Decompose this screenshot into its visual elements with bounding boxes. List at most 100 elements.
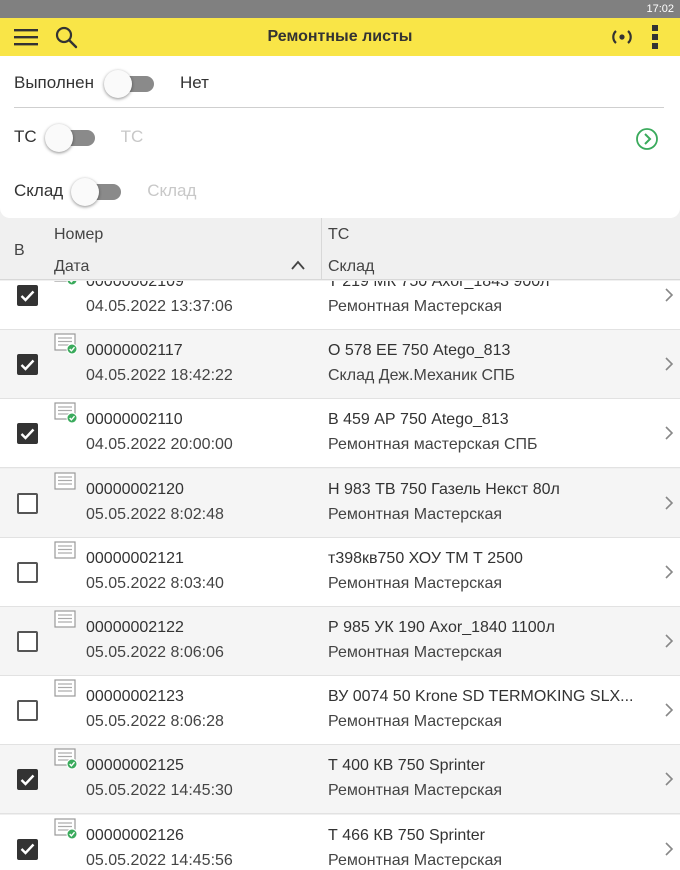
header-date[interactable]: Дата bbox=[54, 258, 89, 276]
row-date: 05.05.2022 14:45:56 bbox=[86, 851, 233, 869]
chevron-right-icon[interactable] bbox=[664, 425, 674, 446]
filter-warehouse-label: Склад bbox=[14, 181, 64, 200]
chevron-right-icon[interactable] bbox=[664, 356, 674, 377]
document-icon bbox=[54, 679, 80, 708]
search-icon[interactable] bbox=[52, 24, 80, 50]
document-icon bbox=[54, 281, 80, 293]
row-vehicle: ВУ 0074 50 Krone SD TERMOKING SLX... bbox=[328, 688, 634, 706]
filter-divider bbox=[14, 107, 664, 108]
row-number: 00000002109 bbox=[86, 281, 184, 290]
chevron-right-icon[interactable] bbox=[664, 702, 674, 723]
table-row[interactable]: 00000002125 05.05.2022 14:45:30 Т 400 КВ 7… bbox=[0, 745, 680, 815]
more-vert-icon[interactable] bbox=[645, 22, 665, 52]
row-date: 04.05.2022 13:37:06 bbox=[86, 298, 233, 315]
row-vehicle: В 459 АР 750 Atego_813 bbox=[328, 411, 509, 429]
chevron-right-icon[interactable] bbox=[664, 841, 674, 862]
row-warehouse: Ремонтная Мастерская bbox=[328, 782, 503, 800]
row-vehicle: т398кв750 ХОУ ТМ Т 2500 bbox=[328, 549, 523, 567]
row-checkbox[interactable] bbox=[17, 492, 38, 514]
row-checkbox[interactable] bbox=[17, 838, 38, 860]
document-icon bbox=[54, 610, 80, 639]
status-bar: 17:02 bbox=[0, 0, 680, 18]
row-number: 00000002110 bbox=[86, 411, 183, 429]
filter-panel: Выполнен Нет ТС ТС Склад Склад bbox=[0, 56, 680, 218]
arrow-right-circle-icon[interactable] bbox=[634, 126, 660, 152]
row-warehouse: Ремонтная Мастерская bbox=[328, 644, 503, 661]
row-vehicle: О 578 ЕЕ 750 Atego_813 bbox=[328, 342, 511, 360]
row-vehicle: Р 985 УК 190 Axor_1840 1100л bbox=[328, 619, 555, 636]
row-date: 05.05.2022 8:02:48 bbox=[86, 505, 224, 523]
header-warehouse[interactable]: Склад bbox=[328, 258, 374, 276]
header-separator bbox=[321, 218, 322, 280]
filter-vehicle-label: ТС bbox=[14, 127, 37, 146]
sort-up-icon[interactable] bbox=[290, 258, 306, 276]
vehicle-toggle[interactable] bbox=[44, 121, 97, 153]
filter-completed: Выполнен Нет bbox=[14, 67, 209, 99]
row-warehouse: Ремонтная Мастерская bbox=[328, 574, 503, 592]
row-date: 05.05.2022 8:03:40 bbox=[86, 574, 224, 592]
header-number[interactable]: Номер bbox=[54, 226, 103, 244]
row-number: 00000002120 bbox=[86, 480, 184, 498]
row-warehouse: Ремонтная Мастерская bbox=[328, 713, 503, 731]
row-date: 04.05.2022 18:42:22 bbox=[86, 367, 233, 385]
chevron-right-icon[interactable] bbox=[664, 564, 674, 585]
row-vehicle: Т 219 МК 750 Axor_1843 900л bbox=[328, 281, 550, 290]
chevron-right-icon[interactable] bbox=[664, 287, 674, 308]
row-number: 00000002122 bbox=[86, 619, 184, 636]
header-col-b[interactable]: В bbox=[14, 242, 25, 260]
table-header: В Номер Дата ТС Склад bbox=[0, 218, 680, 280]
document-icon bbox=[54, 471, 80, 501]
table-row[interactable]: 00000002126 05.05.2022 14:45:56 Т 466 КВ 7… bbox=[0, 814, 680, 870]
table-row[interactable]: 00000002122 05.05.2022 8:06:06 Р 985 УК 19… bbox=[0, 607, 680, 676]
row-date: 05.05.2022 8:06:06 bbox=[86, 644, 224, 661]
completed-toggle[interactable] bbox=[104, 67, 156, 99]
warehouse-toggle[interactable] bbox=[71, 175, 123, 207]
table-row[interactable]: 00000002121 05.05.2022 8:03:40 т398кв750 Х… bbox=[0, 537, 680, 607]
vehicle-placeholder[interactable]: ТС bbox=[121, 127, 144, 147]
row-warehouse: Ремонтная Мастерская bbox=[328, 505, 503, 523]
filter-completed-value: Нет bbox=[180, 73, 209, 92]
row-date: 04.05.2022 20:00:00 bbox=[86, 436, 233, 454]
broadcast-icon[interactable] bbox=[606, 24, 638, 50]
document-icon bbox=[54, 817, 80, 847]
row-checkbox[interactable] bbox=[17, 423, 38, 445]
row-vehicle: Т 400 КВ 750 Sprinter bbox=[328, 757, 485, 775]
row-checkbox[interactable] bbox=[17, 631, 38, 652]
table-row[interactable]: 00000002110 04.05.2022 20:00:00 В 459 АР 7… bbox=[0, 399, 680, 469]
document-icon bbox=[54, 333, 80, 362]
chevron-right-icon[interactable] bbox=[664, 633, 674, 654]
table-row[interactable]: 00000002123 05.05.2022 8:06:28 ВУ 0074 50 … bbox=[0, 676, 680, 746]
row-date: 05.05.2022 14:45:30 bbox=[86, 782, 233, 800]
chevron-right-icon[interactable] bbox=[664, 495, 674, 516]
page-title: Ремонтные листы bbox=[267, 28, 413, 45]
document-icon bbox=[54, 748, 80, 777]
row-vehicle: Н 983 ТВ 750 Газель Некст 80л bbox=[328, 480, 560, 498]
warehouse-placeholder[interactable]: Склад bbox=[147, 181, 196, 201]
row-warehouse: Ремонтная Мастерская bbox=[328, 298, 503, 315]
row-checkbox[interactable] bbox=[17, 285, 38, 306]
filter-warehouse: Склад Склад bbox=[14, 175, 196, 207]
chevron-right-icon[interactable] bbox=[664, 771, 674, 792]
row-number: 00000002123 bbox=[86, 688, 184, 706]
row-warehouse: Склад Деж.Механик СПБ bbox=[328, 367, 515, 385]
document-icon bbox=[54, 402, 80, 431]
row-vehicle: Т 466 КВ 750 Sprinter bbox=[328, 826, 485, 844]
status-time: 17:02 bbox=[646, 3, 674, 15]
header-vehicle[interactable]: ТС bbox=[328, 226, 349, 244]
row-checkbox[interactable] bbox=[17, 354, 38, 376]
filter-completed-label: Выполнен bbox=[14, 73, 94, 92]
repair-list: 00000002109 04.05.2022 13:37:06 Т 219 МК 7… bbox=[0, 281, 680, 870]
row-number: 00000002125 bbox=[86, 757, 184, 775]
table-row[interactable]: 00000002109 04.05.2022 13:37:06 Т 219 МК 7… bbox=[0, 281, 680, 330]
table-row[interactable]: 00000002117 04.05.2022 18:42:22 О 578 ЕЕ 7… bbox=[0, 330, 680, 400]
menu-icon[interactable] bbox=[12, 24, 40, 50]
row-checkbox[interactable] bbox=[17, 561, 38, 583]
table-row[interactable]: 00000002120 05.05.2022 8:02:48 Н 983 ТВ 75… bbox=[0, 468, 680, 538]
app-bar: Ремонтные листы bbox=[0, 18, 680, 56]
document-icon bbox=[54, 541, 80, 570]
row-warehouse: Ремонтная мастерская СПБ bbox=[328, 436, 538, 454]
row-checkbox[interactable] bbox=[17, 769, 38, 791]
row-warehouse: Ремонтная Мастерская bbox=[328, 851, 503, 869]
row-date: 05.05.2022 8:06:28 bbox=[86, 713, 224, 731]
row-checkbox[interactable] bbox=[17, 700, 38, 722]
